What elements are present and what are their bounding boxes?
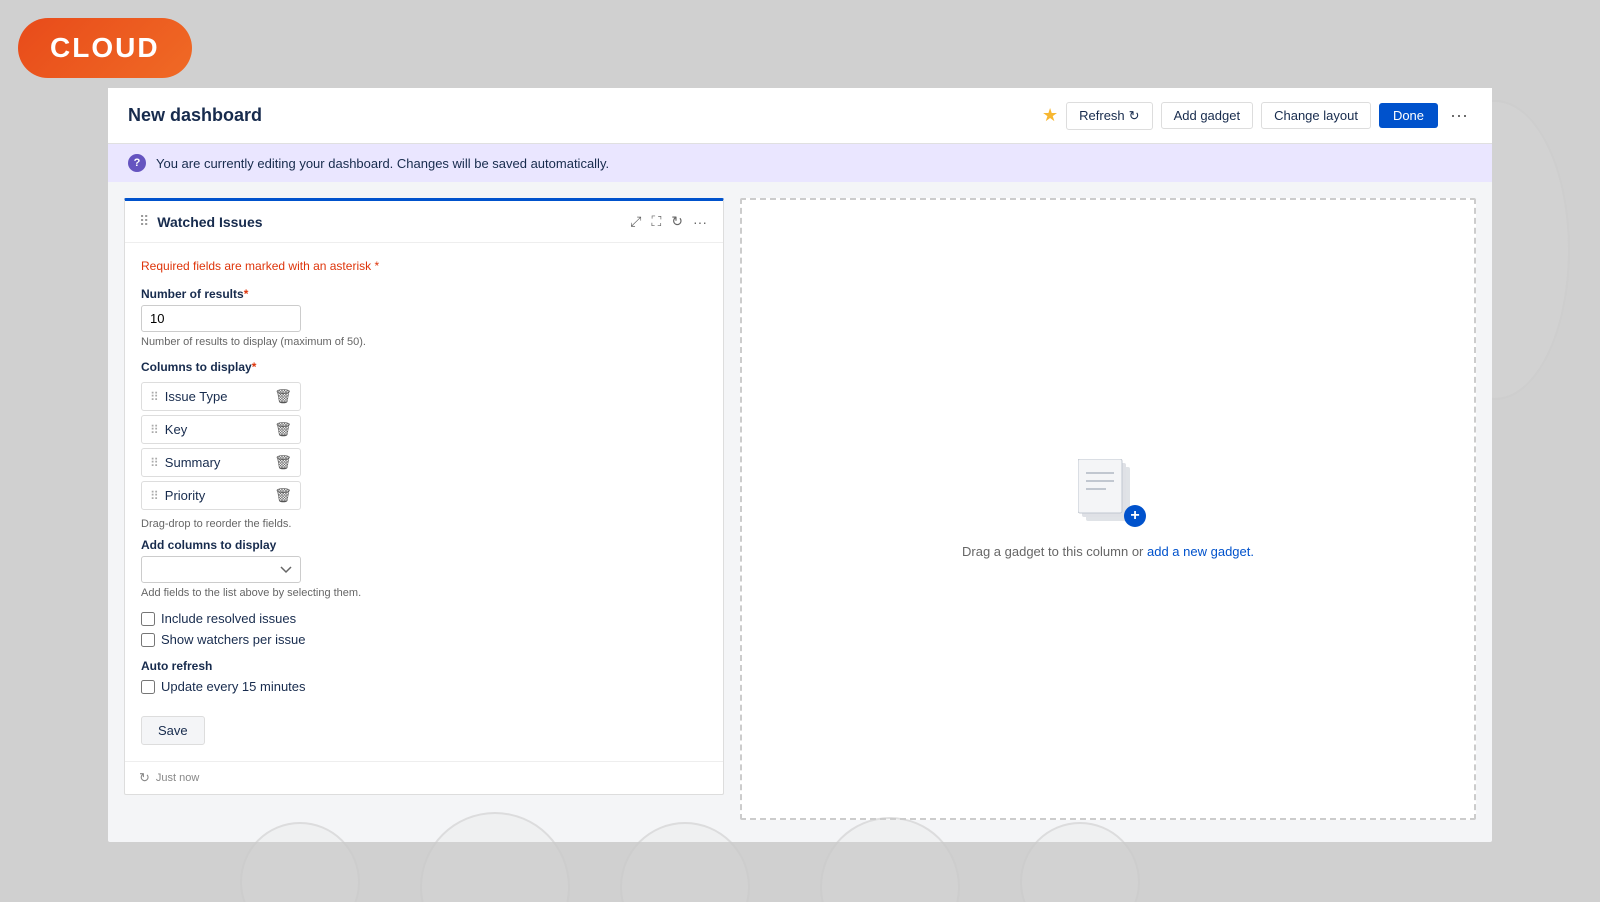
refresh-button[interactable]: Refresh ↻: [1066, 102, 1152, 130]
reload-icon[interactable]: ↻: [669, 211, 685, 232]
footer-timestamp: Just now: [156, 772, 199, 784]
column-drag-icon: ⠿: [150, 390, 159, 404]
include-resolved-checkbox[interactable]: [141, 612, 155, 626]
logo-text: CLOUD: [50, 32, 160, 63]
column-name: Summary: [165, 455, 221, 470]
gadget-footer: ↻ Just now: [125, 761, 723, 794]
column-name: Key: [165, 422, 187, 437]
columns-group: Columns to display* ⠿ Issue Type 🗑: [141, 360, 707, 599]
add-new-gadget-link[interactable]: add a new gadget.: [1147, 544, 1254, 559]
auto-refresh-section: Auto refresh Update every 15 minutes: [141, 659, 707, 694]
add-columns-select[interactable]: [141, 556, 301, 583]
header-right: ★ Refresh ↻ Add gadget Change layout Don…: [1042, 102, 1472, 130]
page-title: New dashboard: [128, 105, 262, 126]
number-of-results-group: Number of results* Number of results to …: [141, 287, 707, 348]
auto-refresh-label: Auto refresh: [141, 659, 707, 673]
info-banner: ? You are currently editing your dashboa…: [108, 144, 1492, 182]
footer-refresh-icon: ↻: [139, 770, 150, 786]
required-star: *: [374, 259, 379, 273]
more-options-button[interactable]: ···: [1446, 105, 1472, 126]
drag-handle-icon[interactable]: ⠿: [139, 213, 149, 230]
column-delete-button[interactable]: 🗑: [274, 388, 292, 405]
number-of-results-label: Number of results*: [141, 287, 707, 301]
show-watchers-item: Show watchers per issue: [141, 632, 707, 647]
header-bar: New dashboard ★ Refresh ↻ Add gadget Cha…: [108, 88, 1492, 144]
column-delete-button[interactable]: 🗑: [274, 487, 292, 504]
column-name: Issue Type: [165, 389, 228, 404]
column-name: Priority: [165, 488, 205, 503]
drag-drop-hint: Drag-drop to reorder the fields.: [141, 518, 707, 530]
required-note-text: Required fields are marked with an aster…: [141, 259, 371, 273]
info-banner-text: You are currently editing your dashboard…: [156, 156, 609, 171]
column-delete-button[interactable]: 🗑: [274, 421, 292, 438]
refresh-label: Refresh: [1079, 108, 1125, 123]
column-drag-icon: ⠿: [150, 423, 159, 437]
info-icon: ?: [128, 154, 146, 172]
expand-icon[interactable]: ⤢: [628, 211, 643, 232]
gadget-header: ⠿ Watched Issues ⤢ ⛶ ↻ ···: [125, 201, 723, 243]
drop-area: + Drag a gadget to this column or add a …: [962, 459, 1254, 559]
required-note: Required fields are marked with an aster…: [141, 259, 707, 273]
change-layout-button[interactable]: Change layout: [1261, 102, 1371, 129]
column-delete-button[interactable]: 🗑: [274, 454, 292, 471]
drop-text: Drag a gadget to this column or add a ne…: [962, 544, 1254, 559]
include-resolved-item: Include resolved issues: [141, 611, 707, 626]
gadget-more-icon[interactable]: ···: [691, 212, 709, 232]
drop-plus-badge: +: [1124, 505, 1146, 527]
number-of-results-hint: Number of results to display (maximum of…: [141, 336, 707, 348]
right-drop-column[interactable]: + Drag a gadget to this column or add a …: [740, 198, 1476, 820]
header-left: New dashboard: [128, 105, 262, 126]
checkbox-group: Include resolved issues Show watchers pe…: [141, 611, 707, 647]
main-container: New dashboard ★ Refresh ↻ Add gadget Cha…: [108, 88, 1492, 842]
gadget-actions: ⤢ ⛶ ↻ ···: [628, 211, 709, 232]
column-drag-icon: ⠿: [150, 489, 159, 503]
left-column: ⠿ Watched Issues ⤢ ⛶ ↻ ··· Required fiel…: [124, 198, 724, 820]
add-columns-label: Add columns to display: [141, 538, 707, 552]
drop-icon-container: +: [1078, 459, 1138, 532]
column-item-issue-type[interactable]: ⠿ Issue Type 🗑: [141, 382, 301, 411]
show-watchers-label: Show watchers per issue: [161, 632, 306, 647]
gadget-body: Required fields are marked with an aster…: [125, 243, 723, 761]
save-button[interactable]: Save: [141, 716, 205, 745]
column-item-summary[interactable]: ⠿ Summary 🗑: [141, 448, 301, 477]
cloud-logo: CLOUD: [18, 18, 192, 78]
gadget-title-area: ⠿ Watched Issues: [139, 213, 263, 230]
done-button[interactable]: Done: [1379, 103, 1438, 128]
number-of-results-input[interactable]: [141, 305, 301, 332]
column-item-key[interactable]: ⠿ Key 🗑: [141, 415, 301, 444]
update-refresh-label: Update every 15 minutes: [161, 679, 306, 694]
drop-text-label: Drag a gadget to this column or: [962, 544, 1147, 559]
show-watchers-checkbox[interactable]: [141, 633, 155, 647]
include-resolved-label: Include resolved issues: [161, 611, 296, 626]
update-refresh-checkbox[interactable]: [141, 680, 155, 694]
column-drag-icon: ⠿: [150, 456, 159, 470]
columns-label: Columns to display*: [141, 360, 707, 374]
column-item-priority[interactable]: ⠿ Priority 🗑: [141, 481, 301, 510]
fullscreen-icon[interactable]: ⛶: [649, 211, 663, 232]
gadget-panel: ⠿ Watched Issues ⤢ ⛶ ↻ ··· Required fiel…: [124, 198, 724, 795]
add-columns-hint: Add fields to the list above by selectin…: [141, 587, 707, 599]
refresh-icon: ↻: [1129, 108, 1140, 124]
gadget-title: Watched Issues: [157, 214, 262, 230]
star-icon[interactable]: ★: [1042, 105, 1058, 126]
update-checkbox-item: Update every 15 minutes: [141, 679, 707, 694]
dashboard-content: ⠿ Watched Issues ⤢ ⛶ ↻ ··· Required fiel…: [108, 182, 1492, 836]
add-gadget-button[interactable]: Add gadget: [1161, 102, 1254, 129]
